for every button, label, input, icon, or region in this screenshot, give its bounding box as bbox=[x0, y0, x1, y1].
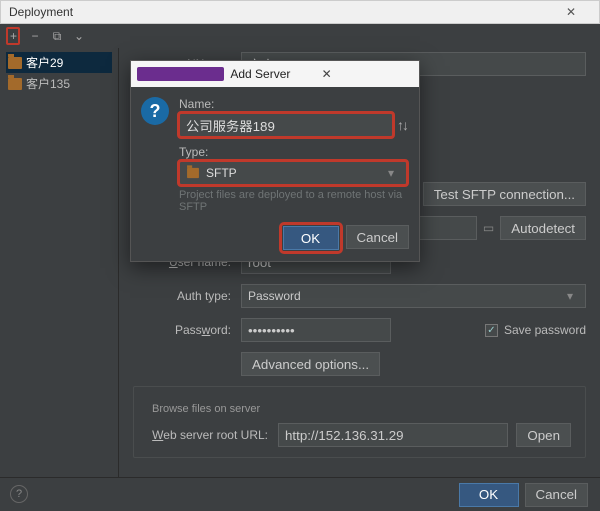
copy-icon[interactable]: ⧉ bbox=[50, 29, 64, 44]
modal-ok-button[interactable]: OK bbox=[283, 226, 339, 250]
ok-highlight: OK bbox=[282, 225, 340, 251]
open-button[interactable]: Open bbox=[516, 423, 571, 447]
modal-type-label: Type: bbox=[179, 145, 407, 159]
cancel-button[interactable]: Cancel bbox=[525, 483, 589, 507]
password-input[interactable] bbox=[241, 318, 391, 342]
modal-name-label: Name: bbox=[179, 97, 407, 111]
browse-files-title: Browse files on server bbox=[148, 403, 264, 415]
reorder-arrows-icon[interactable]: ↑↓ bbox=[397, 117, 407, 133]
modal-hint-text: Project files are deployed to a remote h… bbox=[179, 189, 407, 213]
help-icon[interactable]: ? bbox=[10, 485, 28, 503]
dialog-bottom-bar: OK Cancel bbox=[0, 477, 600, 511]
modal-type-select[interactable]: SFTP ▾ bbox=[179, 161, 407, 185]
window-close-button[interactable]: ✕ bbox=[551, 5, 591, 19]
app-icon bbox=[137, 67, 224, 81]
server-list-sidebar: 客户29 客户135 bbox=[0, 48, 118, 477]
password-label: Password: bbox=[133, 323, 241, 337]
modal-name-input[interactable] bbox=[179, 113, 393, 137]
test-connection-button[interactable]: Test SFTP connection... bbox=[423, 182, 586, 206]
server-icon bbox=[187, 168, 199, 178]
autodetect-button[interactable]: Autodetect bbox=[500, 216, 586, 240]
server-icon bbox=[8, 78, 22, 90]
server-list-item[interactable]: 客户29 bbox=[6, 52, 112, 73]
server-list-item[interactable]: 客户135 bbox=[6, 73, 112, 94]
server-label: 客户135 bbox=[26, 75, 70, 92]
add-icon[interactable]: + bbox=[6, 27, 20, 45]
window-title: Deployment bbox=[9, 5, 551, 19]
window-titlebar: Deployment ✕ bbox=[0, 0, 600, 24]
folder-open-icon[interactable]: ▭ bbox=[477, 221, 500, 235]
web-root-label: Web server root URL: bbox=[148, 428, 278, 442]
remove-icon[interactable]: − bbox=[28, 29, 42, 43]
chevron-down-icon[interactable]: ⌄ bbox=[72, 29, 86, 43]
toolbar: + − ⧉ ⌄ bbox=[0, 24, 600, 48]
chevron-down-icon: ▾ bbox=[382, 166, 400, 180]
dialog-close-button[interactable]: ✕ bbox=[318, 67, 413, 81]
question-icon: ? bbox=[141, 97, 169, 125]
advanced-options-button[interactable]: Advanced options... bbox=[241, 352, 380, 376]
chevron-down-icon: ▾ bbox=[561, 289, 579, 303]
add-server-dialog: Add Server ✕ ? Name: ↑↓ Type: SFTP ▾ Pro… bbox=[130, 60, 420, 262]
save-password-label: Save password bbox=[504, 323, 586, 337]
browse-files-fieldset: Browse files on server Web server root U… bbox=[133, 386, 586, 458]
modal-cancel-button[interactable]: Cancel bbox=[346, 225, 410, 249]
server-icon bbox=[8, 57, 22, 69]
auth-type-select[interactable]: Password ▾ bbox=[241, 284, 586, 308]
save-password-checkbox[interactable]: ✓ bbox=[485, 324, 498, 337]
web-root-url-input[interactable] bbox=[278, 423, 508, 447]
server-label: 客户29 bbox=[26, 54, 63, 71]
ok-button[interactable]: OK bbox=[459, 483, 519, 507]
dialog-title: Add Server bbox=[230, 67, 317, 81]
dialog-titlebar: Add Server ✕ bbox=[131, 61, 419, 87]
auth-type-label: Auth type: bbox=[133, 289, 241, 303]
